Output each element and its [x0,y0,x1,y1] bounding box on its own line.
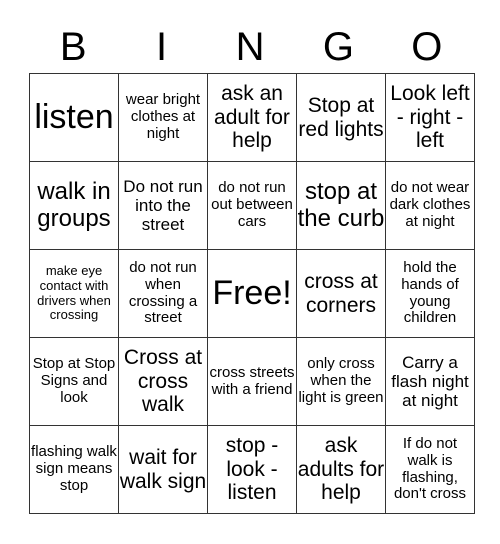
bingo-cell[interactable]: If do not walk is flashing, don't cross [385,425,475,514]
bingo-cell[interactable]: Stop at red lights [296,73,386,162]
bingo-cell[interactable]: wear bright clothes at night [118,73,208,162]
bingo-cell[interactable]: walk in groups [29,161,119,250]
bingo-cell[interactable]: Look left - right - left [385,73,475,162]
grid-row: listen wear bright clothes at night ask … [29,73,475,162]
bingo-cell[interactable]: only cross when the light is green [296,337,386,426]
bingo-cell[interactable]: make eye contact with drivers when cross… [29,249,119,338]
bingo-cell[interactable]: Carry a flash night at night [385,337,475,426]
header-letter-g: G [322,25,354,69]
header-letter-n: N [235,25,265,69]
bingo-cell[interactable]: hold the hands of young children [385,249,475,338]
grid-row: make eye contact with drivers when cross… [29,249,475,338]
bingo-cell[interactable]: Do not run into the street [118,161,208,250]
bingo-cell[interactable]: ask an adult for help [207,73,297,162]
bingo-cell[interactable]: listen [29,73,119,162]
bingo-cell[interactable]: do not run out between cars [207,161,297,250]
grid-row: walk in groups Do not run into the stree… [29,161,475,250]
grid-row: Stop at Stop Signs and look Cross at cro… [29,337,475,426]
bingo-cell[interactable]: Cross at cross walk [118,337,208,426]
bingo-cell[interactable]: do not run when crossing a street [118,249,208,338]
bingo-header: B I N G O [29,22,471,72]
bingo-cell[interactable]: wait for walk sign [118,425,208,514]
bingo-cell[interactable]: flashing walk sign means stop [29,425,119,514]
grid-row: flashing walk sign means stop wait for w… [29,425,475,514]
free-space[interactable]: Free! [207,249,297,338]
bingo-cell[interactable]: ask adults for help [296,425,386,514]
header-letter-b: B [59,25,87,69]
bingo-cell[interactable]: cross at corners [296,249,386,338]
header-letter-o: O [411,25,443,69]
header-letter-i: I [156,25,168,69]
bingo-cell[interactable]: Stop at Stop Signs and look [29,337,119,426]
bingo-cell[interactable]: cross streets with a friend [207,337,297,426]
bingo-grid: listen wear bright clothes at night ask … [29,73,475,514]
bingo-cell[interactable]: stop - look - listen [207,425,297,514]
bingo-cell[interactable]: stop at the curb [296,161,386,250]
bingo-cell[interactable]: do not wear dark clothes at night [385,161,475,250]
